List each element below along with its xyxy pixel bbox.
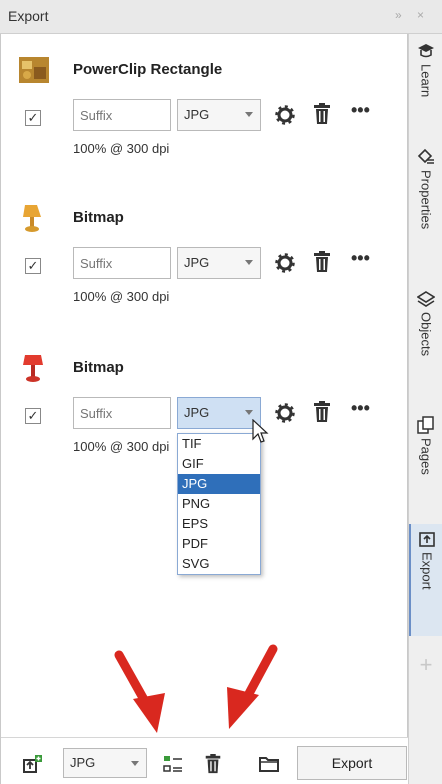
format-value: JPG — [184, 405, 210, 420]
export-button[interactable]: Export — [297, 746, 407, 780]
add-tab-button[interactable]: + — [409, 652, 442, 678]
trash-icon[interactable] — [313, 103, 331, 125]
chevron-down-icon — [245, 112, 253, 117]
export-icon — [419, 532, 435, 547]
annotation-arrow-right — [227, 644, 278, 729]
title-bar: Export » × — [0, 0, 442, 34]
chevron-down-icon — [131, 761, 139, 766]
chevron-down-icon — [245, 410, 253, 415]
pages-icon — [417, 416, 434, 434]
dropdown-option-png[interactable]: PNG — [178, 494, 260, 514]
item-checkbox[interactable]: ✓ — [25, 408, 41, 424]
bottom-format-select[interactable]: JPG — [63, 748, 147, 778]
resolution-text: 100% @ 300 dpi — [73, 141, 170, 156]
tab-properties[interactable]: Properties — [409, 148, 442, 229]
export-bottom-bar: JPG Export — [1, 737, 409, 784]
format-select[interactable]: JPG — [177, 247, 261, 279]
tab-export[interactable]: Export — [409, 524, 442, 636]
format-dropdown-list: TIF GIF JPG PNG EPS PDF SVG — [177, 433, 261, 575]
suffix-input[interactable] — [73, 397, 171, 429]
gear-icon[interactable] — [275, 105, 295, 125]
window-controls[interactable]: » × — [395, 8, 430, 22]
tab-pages[interactable]: Pages — [409, 416, 442, 475]
trash-icon[interactable] — [313, 251, 331, 273]
powerclip-thumbnail — [19, 57, 49, 83]
trash-icon[interactable] — [313, 401, 331, 423]
format-value: JPG — [184, 255, 210, 270]
more-options-button[interactable]: ••• — [351, 399, 379, 421]
suffix-input[interactable] — [73, 247, 171, 279]
resolution-text: 100% @ 300 dpi — [73, 439, 170, 454]
gear-icon[interactable] — [275, 253, 295, 273]
item-name: Bitmap — [73, 209, 124, 226]
dropdown-option-gif[interactable]: GIF — [178, 454, 260, 474]
mouse-pointer-icon — [252, 419, 269, 443]
tab-objects[interactable]: Objects — [409, 290, 442, 356]
tab-label: Export — [419, 552, 435, 590]
dropdown-option-eps[interactable]: EPS — [178, 514, 260, 534]
dropdown-option-tif[interactable]: TIF — [178, 434, 260, 454]
item-name: PowerClip Rectangle — [73, 61, 223, 78]
properties-icon — [417, 148, 434, 164]
window-title: Export — [8, 8, 49, 24]
layers-icon — [417, 291, 435, 307]
format-select[interactable]: JPG — [177, 99, 261, 131]
suffix-input[interactable] — [73, 99, 171, 131]
folder-icon[interactable] — [259, 754, 279, 774]
graduation-icon — [418, 44, 434, 58]
list-settings-icon[interactable] — [163, 754, 183, 774]
tab-label: Objects — [418, 312, 434, 357]
tab-label: Pages — [418, 438, 434, 475]
tab-learn[interactable]: Learn — [409, 42, 442, 97]
item-checkbox[interactable]: ✓ — [25, 258, 41, 274]
bitmap-thumbnail — [23, 205, 41, 232]
item-checkbox[interactable]: ✓ — [25, 110, 41, 126]
docker-tabs: Learn Properties Objects Pages Export + — [408, 34, 442, 784]
format-select[interactable]: JPG — [177, 397, 261, 429]
tab-label: Properties — [418, 170, 434, 230]
bottom-format-value: JPG — [70, 755, 96, 770]
trash-icon[interactable] — [203, 754, 223, 774]
more-options-button[interactable]: ••• — [351, 249, 379, 271]
chevron-down-icon — [245, 260, 253, 265]
tab-label: Learn — [418, 64, 434, 98]
annotation-arrow-left — [114, 650, 165, 733]
dropdown-option-svg[interactable]: SVG — [178, 554, 260, 574]
export-panel: PowerClip Rectangle ✓ JPG ••• 100% @ 300… — [0, 0, 409, 784]
dropdown-option-pdf[interactable]: PDF — [178, 534, 260, 554]
format-value: JPG — [184, 107, 210, 122]
resolution-text: 100% @ 300 dpi — [73, 289, 170, 304]
gear-icon[interactable] — [275, 403, 295, 423]
dropdown-option-jpg[interactable]: JPG — [178, 474, 260, 494]
item-name: Bitmap — [73, 359, 124, 376]
export-add-icon[interactable] — [23, 754, 43, 774]
bitmap-thumbnail — [23, 355, 43, 382]
more-options-button[interactable]: ••• — [351, 101, 379, 123]
